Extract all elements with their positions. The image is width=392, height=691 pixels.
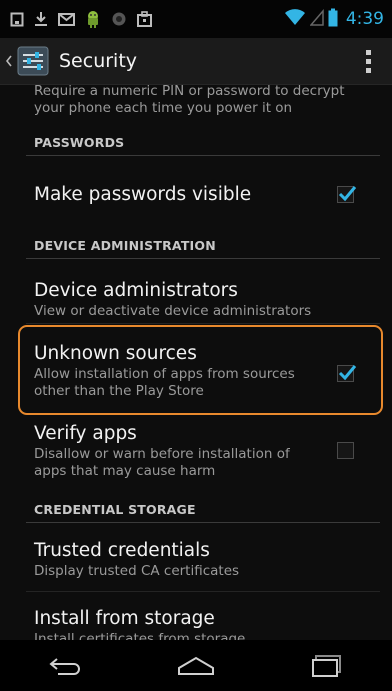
overflow-menu-icon[interactable] — [360, 46, 376, 76]
gmail-icon — [58, 12, 75, 26]
pref-title: Unknown sources — [34, 343, 197, 364]
home-icon[interactable] — [156, 640, 236, 691]
pref-title: Device administrators — [34, 280, 238, 301]
pref-summary: View or deactivate device administrators — [34, 303, 312, 319]
verify-apps-checkbox[interactable] — [337, 442, 354, 459]
page-title: Security — [59, 50, 138, 72]
recents-icon[interactable] — [287, 640, 367, 691]
pref-install-from-storage[interactable]: Install from storage Install certificate… — [34, 607, 334, 640]
pref-verify-apps[interactable]: Verify apps Disallow or warn before inst… — [34, 422, 334, 480]
pref-unknown-sources[interactable]: Unknown sources Allow installation of ap… — [34, 342, 334, 400]
section-header-device-administration: DEVICE ADMINISTRATION — [34, 238, 216, 253]
status-bar: 4:39 — [0, 0, 392, 38]
section-divider — [26, 155, 380, 156]
wifi-icon — [284, 8, 306, 30]
signal-icon — [309, 8, 324, 30]
status-left-icons — [0, 0, 152, 38]
make-passwords-visible-checkbox[interactable] — [337, 186, 357, 203]
pref-summary: Allow installation of apps from sources … — [34, 366, 295, 399]
settings-sliders-icon[interactable] — [15, 44, 51, 78]
pref-title: Trusted credentials — [34, 540, 210, 561]
list-divider — [26, 591, 380, 592]
notification-square-icon — [10, 12, 24, 27]
pref-title: Verify apps — [34, 423, 137, 444]
encrypt-phone-summary[interactable]: Require a numeric PIN or password to dec… — [34, 85, 364, 117]
settings-list[interactable]: Require a numeric PIN or password to dec… — [0, 85, 392, 640]
back-icon[interactable] — [25, 640, 105, 691]
pref-trusted-credentials[interactable]: Trusted credentials Display trusted CA c… — [34, 539, 334, 580]
android-icon — [85, 10, 101, 28]
section-header-credential-storage: CREDENTIAL STORAGE — [34, 502, 196, 517]
list-divider — [26, 323, 380, 324]
checkmark-icon — [338, 365, 357, 381]
briefcase-icon — [137, 11, 152, 27]
pref-device-administrators[interactable]: Device administrators View or deactivate… — [34, 279, 334, 320]
battery-icon — [328, 8, 338, 31]
android-screen: 4:39 Security Require a numeric PIN or p… — [0, 0, 392, 691]
section-divider — [26, 522, 380, 523]
pref-title: Make passwords visible — [34, 184, 252, 205]
navigation-bar — [0, 640, 392, 691]
checkmark-icon — [338, 186, 357, 202]
pref-title: Install from storage — [34, 608, 215, 629]
section-header-passwords: PASSWORDS — [34, 135, 125, 150]
sync-icon — [111, 11, 127, 27]
pref-summary: Install certificates from storage — [34, 631, 246, 640]
pref-summary: Disallow or warn before installation of … — [34, 446, 290, 479]
action-bar: Security — [0, 38, 392, 85]
section-divider — [26, 258, 380, 259]
pref-make-passwords-visible[interactable]: Make passwords visible — [34, 183, 334, 207]
status-time: 4:39 — [345, 9, 384, 29]
up-caret-icon[interactable] — [3, 38, 15, 84]
download-icon — [34, 11, 48, 27]
unknown-sources-checkbox[interactable] — [337, 365, 357, 382]
status-right-icons: 4:39 — [284, 0, 384, 38]
pref-summary: Display trusted CA certificates — [34, 563, 240, 579]
